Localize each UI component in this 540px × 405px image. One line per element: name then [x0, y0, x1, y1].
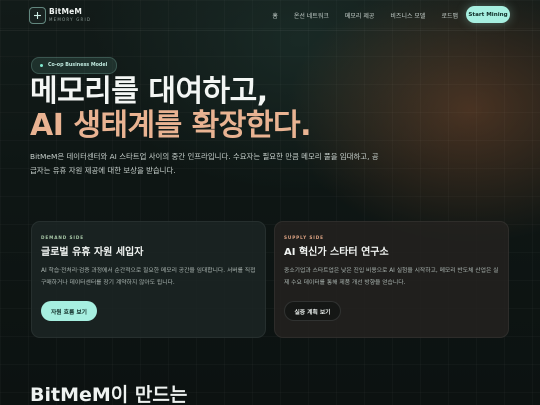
- brand-name[interactable]: BitMeM: [49, 7, 82, 16]
- hero-description: BitMeM은 데이터센터와 AI 스타트업 사이의 중간 인프라입니다. 수요…: [30, 152, 379, 175]
- nav-link-business-model[interactable]: 비즈니스 모델: [390, 11, 425, 20]
- start-mining-button[interactable]: Start Mining: [466, 6, 510, 23]
- nav-link-network[interactable]: 온선 네트워크: [294, 11, 329, 20]
- supply-side-card: SUPPLY SIDE AI 혁신가 스타터 연구소 중소기업과 스타트업은 낮…: [274, 221, 509, 338]
- hero-headline-line2: AI 생태계를 확장한다.: [30, 108, 311, 143]
- page: BitMeM MEMORY GRID 홈 온선 네트워크 메모리 제공 비즈니스…: [0, 0, 540, 405]
- top-nav: BitMeM MEMORY GRID 홈 온선 네트워크 메모리 제공 비즈니스…: [0, 0, 540, 31]
- card-description: AI 학습·전처리·검증 과정에서 순간적으로 필요한 메모리 공간을 임대합니…: [41, 268, 256, 286]
- card-title: 글로벌 유휴 자원 세입자: [41, 247, 144, 258]
- nav-link-memory[interactable]: 메모리 제공: [345, 11, 375, 20]
- nav-link-home[interactable]: 홈: [272, 11, 278, 20]
- view-demo-plan-button[interactable]: 실증 계획 보기: [284, 301, 341, 321]
- plus-icon[interactable]: [29, 7, 46, 24]
- nav-links: 홈 온선 네트워크 메모리 제공 비즈니스 모델 로드맵: [272, 11, 458, 20]
- card-tag: DEMAND SIDE: [41, 235, 84, 240]
- card-title: AI 혁신가 스타터 연구소: [284, 247, 389, 258]
- business-model-badge: Co-op Business Model: [31, 57, 118, 74]
- nav-link-roadmap[interactable]: 로드맵: [441, 11, 458, 20]
- dot-icon: [40, 64, 43, 67]
- badge-label: Co-op Business Model: [48, 63, 108, 68]
- section-heading: BitMeM이 만드는: [30, 384, 188, 405]
- card-description: 중소기업과 스타트업은 낮은 진입 비용으로 AI 실험을 시작하고, 메모리 …: [284, 268, 499, 286]
- view-resource-flow-button[interactable]: 자원 흐름 보기: [41, 301, 97, 321]
- hero-headline-line1: 메모리를 대여하고,: [30, 74, 268, 109]
- demand-side-card: DEMAND SIDE 글로벌 유휴 자원 세입자 AI 학습·전처리·검증 과…: [31, 221, 266, 338]
- card-tag: SUPPLY SIDE: [284, 235, 324, 240]
- brand-subtitle: MEMORY GRID: [49, 17, 92, 22]
